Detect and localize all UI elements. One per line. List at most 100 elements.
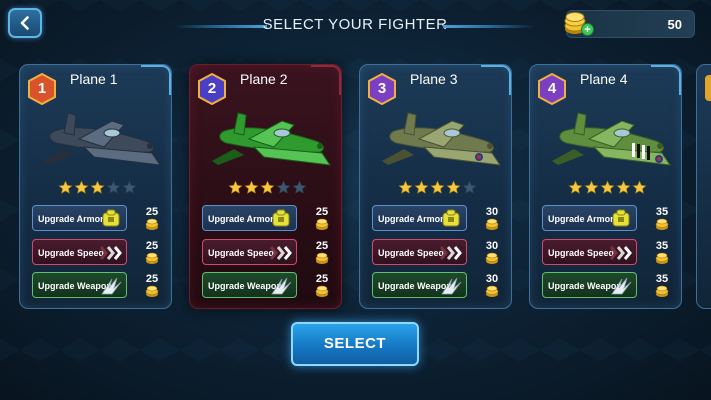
weapon-claw-icon xyxy=(441,277,462,295)
fighter-card-1[interactable]: 1 Plane 1 Upgrade Armor 25 Upgrade Speed… xyxy=(19,64,172,309)
coin-icon xyxy=(485,218,499,230)
title-decor-right xyxy=(443,25,535,28)
upgrade-weapon-button[interactable]: Upgrade Weapon xyxy=(202,272,297,298)
upgrade-row-weapon: Upgrade Weapon 25 xyxy=(32,272,171,298)
coin-icon xyxy=(315,285,329,297)
star-filled-icon xyxy=(600,180,615,194)
fighter-card-2[interactable]: 2 Plane 2 Upgrade Armor 25 Upgrade Speed… xyxy=(189,64,342,309)
upgrade-weapon-button[interactable]: Upgrade Weapon xyxy=(32,272,127,298)
coin-icon xyxy=(655,252,669,264)
coin-icon xyxy=(315,252,329,264)
upgrade-speed-button[interactable]: Upgrade Speed xyxy=(202,239,297,265)
star-empty-icon xyxy=(106,180,121,194)
coin-icon xyxy=(655,285,669,297)
weapon-claw-icon xyxy=(101,277,122,295)
speed-arrows-icon xyxy=(610,246,632,260)
plane-image xyxy=(382,112,502,166)
star-rating xyxy=(228,180,308,196)
star-filled-icon xyxy=(446,180,461,194)
star-rating xyxy=(58,180,138,196)
plane-image xyxy=(552,112,672,166)
upgrade-weapon-button[interactable]: Upgrade Weapon xyxy=(542,272,637,298)
speed-arrows-icon xyxy=(270,246,292,260)
coin-icon xyxy=(145,285,159,297)
upgrade-row-weapon: Upgrade Weapon 30 xyxy=(372,272,511,298)
coin-balance: + 50 xyxy=(564,10,695,38)
star-filled-icon xyxy=(568,180,583,194)
star-empty-icon xyxy=(292,180,307,194)
upgrade-speed-label: Upgrade Speed xyxy=(208,248,275,258)
star-filled-icon xyxy=(616,180,631,194)
star-filled-icon xyxy=(260,180,275,194)
plane-name: Plane 1 xyxy=(70,71,118,87)
armor-icon xyxy=(612,209,630,227)
plane-name: Plane 2 xyxy=(240,71,288,87)
star-filled-icon xyxy=(584,180,599,194)
star-empty-icon xyxy=(462,180,477,194)
speed-arrows-icon xyxy=(440,246,462,260)
star-filled-icon xyxy=(90,180,105,194)
upgrade-armor-button[interactable]: Upgrade Armor xyxy=(32,205,127,231)
star-filled-icon xyxy=(430,180,445,194)
upgrade-speed-label: Upgrade Speed xyxy=(378,248,445,258)
star-filled-icon xyxy=(414,180,429,194)
star-rating xyxy=(398,180,478,196)
upgrade-speed-button[interactable]: Upgrade Speed xyxy=(372,239,467,265)
plane-name: Plane 3 xyxy=(410,71,458,87)
upgrade-armor-button[interactable]: Upgrade Armor xyxy=(372,205,467,231)
upgrade-row-armor: Upgrade Armor 35 xyxy=(542,205,681,231)
upgrade-armor-label: Upgrade Armor xyxy=(208,214,274,224)
star-filled-icon xyxy=(398,180,413,194)
coin-count: 50 xyxy=(667,17,682,32)
fighter-card-4[interactable]: 4 Plane 4 Upgrade Armor 35 Upgrade Speed… xyxy=(529,64,682,309)
upgrade-armor-button[interactable]: Upgrade Armor xyxy=(202,205,297,231)
upgrade-armor-label: Upgrade Armor xyxy=(38,214,104,224)
plane-image xyxy=(42,112,162,166)
upgrade-row-speed: Upgrade Speed 35 xyxy=(542,239,681,265)
armor-icon xyxy=(272,209,290,227)
upgrade-weapon-button[interactable]: Upgrade Weapon xyxy=(372,272,467,298)
armor-icon xyxy=(442,209,460,227)
upgrade-armor-button[interactable]: Upgrade Armor xyxy=(542,205,637,231)
armor-icon xyxy=(102,209,120,227)
coin-icon xyxy=(655,218,669,230)
fighter-card-3[interactable]: 3 Plane 3 Upgrade Armor 30 Upgrade Speed… xyxy=(359,64,512,309)
back-button[interactable] xyxy=(8,8,42,38)
plane-image xyxy=(212,112,332,166)
upgrade-armor-label: Upgrade Armor xyxy=(378,214,444,224)
plane-name: Plane 4 xyxy=(580,71,628,87)
upgrade-speed-button[interactable]: Upgrade Speed xyxy=(542,239,637,265)
star-filled-icon xyxy=(74,180,89,194)
select-button[interactable]: SELECT xyxy=(291,322,419,366)
weapon-claw-icon xyxy=(611,277,632,295)
upgrade-row-armor: Upgrade Armor 30 xyxy=(372,205,511,231)
star-empty-icon xyxy=(122,180,137,194)
star-filled-icon xyxy=(632,180,647,194)
speed-arrows-icon xyxy=(100,246,122,260)
star-filled-icon xyxy=(58,180,73,194)
upgrade-row-weapon: Upgrade Weapon 35 xyxy=(542,272,681,298)
upgrade-speed-button[interactable]: Upgrade Speed xyxy=(32,239,127,265)
add-coins-button[interactable]: + xyxy=(581,23,594,36)
coin-icon xyxy=(145,218,159,230)
coin-icon xyxy=(485,285,499,297)
upgrade-speed-label: Upgrade Speed xyxy=(548,248,615,258)
star-filled-icon xyxy=(228,180,243,194)
upgrade-row-armor: Upgrade Armor 25 xyxy=(32,205,171,231)
star-filled-icon xyxy=(244,180,259,194)
coin-icon xyxy=(315,218,329,230)
upgrade-row-speed: Upgrade Speed 30 xyxy=(372,239,511,265)
upgrade-row-armor: Upgrade Armor 25 xyxy=(202,205,341,231)
weapon-claw-icon xyxy=(271,277,292,295)
coin-icon xyxy=(485,252,499,264)
rank-badge-icon xyxy=(705,75,711,101)
fighter-card-partial[interactable] xyxy=(696,64,711,309)
coin-icon xyxy=(145,252,159,264)
star-rating xyxy=(568,180,648,196)
upgrade-row-speed: Upgrade Speed 25 xyxy=(32,239,171,265)
chevron-left-icon xyxy=(20,16,29,30)
upgrade-speed-label: Upgrade Speed xyxy=(38,248,105,258)
upgrade-row-speed: Upgrade Speed 25 xyxy=(202,239,341,265)
upgrade-armor-label: Upgrade Armor xyxy=(548,214,614,224)
upgrade-row-weapon: Upgrade Weapon 25 xyxy=(202,272,341,298)
